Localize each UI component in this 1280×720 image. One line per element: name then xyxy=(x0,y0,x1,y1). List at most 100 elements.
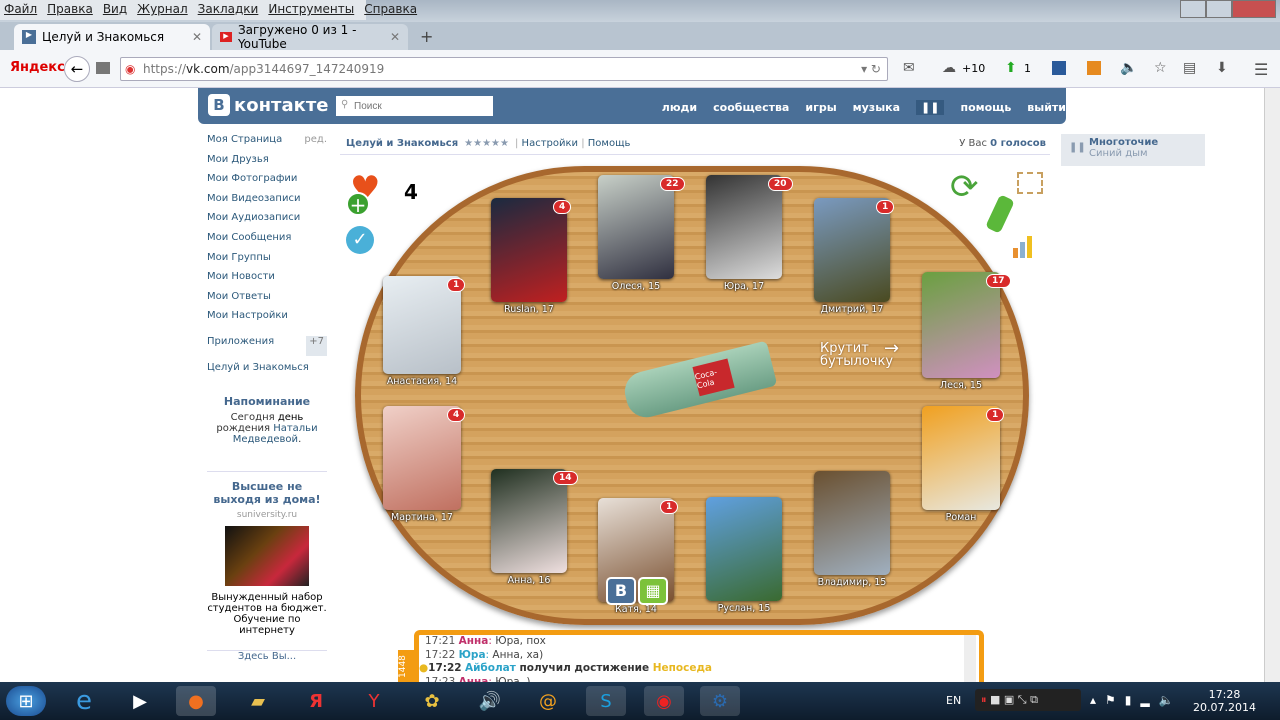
sound-app-icon[interactable]: 🔊 xyxy=(470,686,510,716)
menu-help[interactable]: Справка xyxy=(364,2,417,18)
explorer-icon[interactable]: ▰ xyxy=(238,686,278,716)
player-photo[interactable] xyxy=(598,175,674,279)
player-photo[interactable] xyxy=(814,198,890,302)
settings-link[interactable]: Настройки xyxy=(522,138,578,149)
chat-user[interactable]: Анна xyxy=(459,635,489,647)
sidebar-item[interactable]: Мои Настройки xyxy=(207,310,327,330)
player-photo[interactable] xyxy=(814,471,890,575)
ad-block[interactable]: Высшее не выходя из дома! suniversity.ru… xyxy=(207,471,327,662)
menu-file[interactable]: Файл xyxy=(4,2,37,18)
nav-music[interactable]: музыка xyxy=(853,101,900,114)
add-hearts-button[interactable]: + xyxy=(346,192,370,216)
chat-scrollbar[interactable] xyxy=(964,635,976,682)
extension-orange-icon[interactable] xyxy=(1087,61,1101,75)
bookmarks-list-icon[interactable]: ▤ xyxy=(1183,60,1196,76)
back-button[interactable]: ← xyxy=(64,56,90,82)
sidebar-item[interactable]: Мои Группы xyxy=(207,252,327,272)
tab-youtube[interactable]: ▶ Загружено 0 из 1 - YouTube ✕ xyxy=(212,23,408,51)
maximize-button[interactable] xyxy=(1206,0,1232,18)
sidebar-item[interactable]: Мои Фотографии xyxy=(207,173,327,193)
close-window-button[interactable] xyxy=(1232,0,1276,18)
votes-count[interactable]: 0 голосов xyxy=(990,138,1046,149)
mail-agent-icon[interactable]: @ xyxy=(528,686,568,716)
speaker-icon[interactable]: 🔈 xyxy=(1120,60,1137,76)
minimize-button[interactable] xyxy=(1180,0,1206,18)
gift-button[interactable]: ▦ xyxy=(638,577,668,605)
sidebar-item[interactable]: Мои Видеозаписи xyxy=(207,193,327,213)
nav-logout[interactable]: выйти xyxy=(1027,101,1066,114)
chat-user[interactable]: Юра xyxy=(459,649,486,661)
qip-icon[interactable]: ✿ xyxy=(412,686,452,716)
yandex-logo[interactable]: Яндекс xyxy=(10,60,65,75)
audio-player[interactable]: ❚❚ Многоточие Синий дым xyxy=(1061,134,1205,166)
player-photo[interactable] xyxy=(491,469,567,573)
new-tab-button[interactable]: + xyxy=(420,27,433,46)
url-bar[interactable]: ◉ https://vk.com/app3144697_147240919 ▾ … xyxy=(120,57,888,81)
edit-link[interactable]: ред. xyxy=(304,134,327,154)
pause-icon[interactable]: ❚❚ xyxy=(1069,142,1086,153)
search-input[interactable] xyxy=(336,96,493,116)
yandex-browser-icon[interactable]: Y xyxy=(354,686,394,716)
help-link[interactable]: Помощь xyxy=(588,138,631,149)
player-photo[interactable] xyxy=(706,175,782,279)
ad-image[interactable] xyxy=(225,526,309,587)
menu-edit[interactable]: Правка xyxy=(47,2,93,18)
ie-icon[interactable]: e xyxy=(64,686,104,716)
fullscreen-icon[interactable] xyxy=(1017,172,1043,194)
menu-history[interactable]: Журнал xyxy=(137,2,188,18)
menu-bookmarks[interactable]: Закладки xyxy=(198,2,259,18)
ad-title[interactable]: Высшее не выходя из дома! xyxy=(207,480,327,506)
panel-icon[interactable] xyxy=(96,62,110,74)
nav-communities[interactable]: сообщества xyxy=(713,101,789,114)
bookmark-star-icon[interactable]: ☆ xyxy=(1154,60,1167,76)
reload-icon[interactable]: ▾ ↻ xyxy=(861,62,881,76)
scrollbar[interactable] xyxy=(1264,88,1280,682)
yandex-icon[interactable]: Я xyxy=(296,686,336,716)
extension-p-icon[interactable] xyxy=(1052,61,1066,75)
clock[interactable]: 17:28 20.07.2014 xyxy=(1193,688,1256,714)
nav-help[interactable]: помощь xyxy=(960,101,1011,114)
recorder-icon[interactable]: ◉ xyxy=(644,686,684,716)
sidebar-item[interactable]: Мои Новости xyxy=(207,271,327,291)
nav-games[interactable]: игры xyxy=(805,101,836,114)
start-button[interactable]: ⊞ xyxy=(6,686,46,716)
tab-active[interactable]: ▶ Целуй и Знакомься ✕ xyxy=(14,24,210,50)
weather-icon[interactable]: ☁ xyxy=(942,60,956,76)
vk-profile-button[interactable]: В xyxy=(606,577,636,605)
rating-chart-icon[interactable] xyxy=(1013,236,1032,258)
player-photo[interactable] xyxy=(922,272,1000,378)
recorder-controls[interactable]: ⏸ ■ ▣ ⤡ ⧉ xyxy=(975,689,1081,711)
sidebar-item[interactable]: Моя Страница ред. xyxy=(207,134,327,154)
tray-icons[interactable]: ▴⚑▮▂🔈 xyxy=(1090,693,1183,707)
achievement-badge-icon[interactable]: ✓ xyxy=(346,226,374,254)
vk-logo[interactable]: Вконтакте xyxy=(208,94,328,116)
player-photo[interactable] xyxy=(706,497,782,601)
menu-view[interactable]: Вид xyxy=(103,2,127,18)
close-tab-icon[interactable]: ✕ xyxy=(192,30,202,44)
close-tab-icon[interactable]: ✕ xyxy=(390,30,400,44)
cheat-engine-icon[interactable]: ⚙ xyxy=(700,686,740,716)
sidebar-item-apps[interactable]: Приложения +7 xyxy=(207,335,327,356)
hamburger-menu-icon[interactable]: ☰ xyxy=(1254,60,1268,79)
menu-tools[interactable]: Инструменты xyxy=(268,2,354,18)
language-indicator[interactable]: EN xyxy=(946,694,961,707)
skype-icon[interactable]: S xyxy=(586,686,626,716)
sidebar-item[interactable]: Мои Друзья xyxy=(207,154,327,174)
pause-record-icon[interactable]: ⏸ xyxy=(981,693,987,706)
downloads-icon[interactable]: ⬇ xyxy=(1216,60,1228,76)
player-photo[interactable] xyxy=(383,406,461,510)
update-icon[interactable]: ⬆ xyxy=(1005,60,1017,76)
sidebar-item[interactable]: Мои Ответы xyxy=(207,291,327,311)
player-photo[interactable] xyxy=(922,406,1000,510)
media-player-icon[interactable]: ▶ xyxy=(120,686,160,716)
mail-icon[interactable]: ✉ xyxy=(903,60,915,76)
player-photo[interactable] xyxy=(491,198,567,302)
nav-people[interactable]: люди xyxy=(662,101,697,114)
chat-user[interactable]: Айболат xyxy=(465,662,516,674)
firefox-icon[interactable]: ● xyxy=(176,686,216,716)
sidebar-item[interactable]: Мои Сообщения xyxy=(207,232,327,252)
music-pause-icon[interactable]: ❚❚ xyxy=(916,100,945,115)
sidebar-item-app[interactable]: Целуй и Знакомься xyxy=(207,362,327,382)
sidebar-item[interactable]: Мои Аудиозаписи xyxy=(207,212,327,232)
refresh-icon[interactable]: ⟳ xyxy=(950,170,979,204)
